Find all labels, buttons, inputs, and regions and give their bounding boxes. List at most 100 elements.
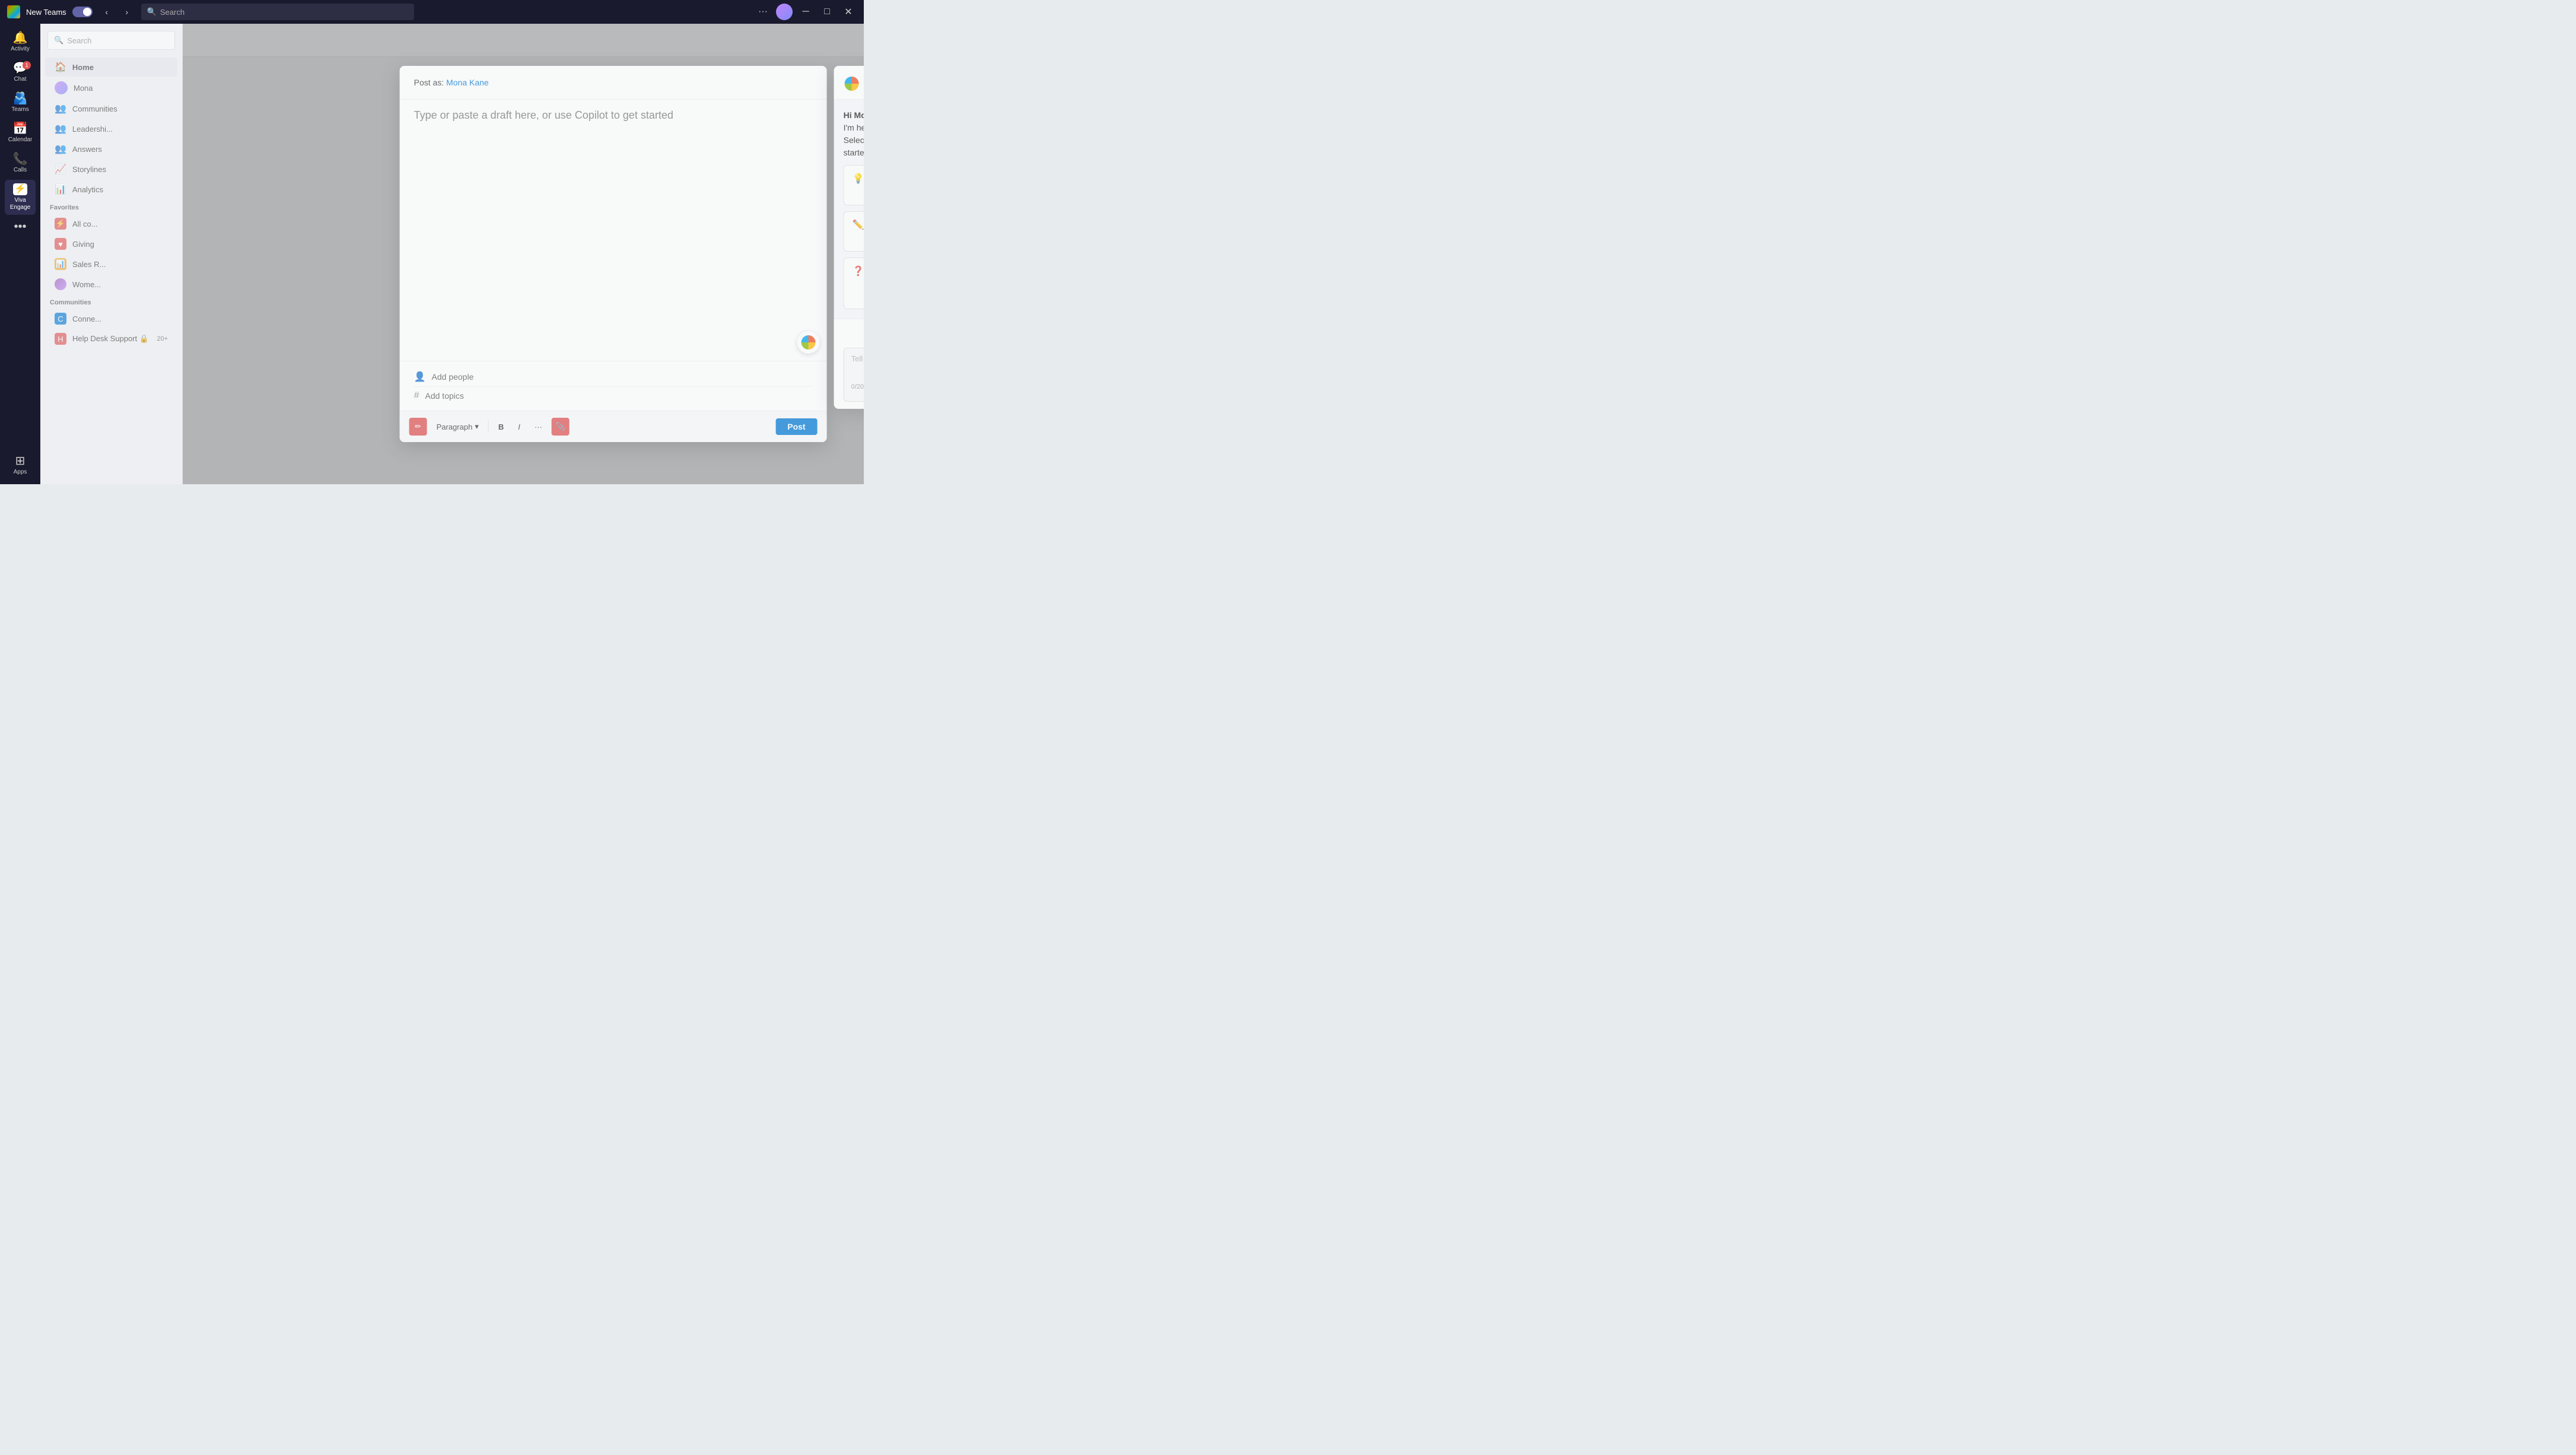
editor-toolbar: ✏ Paragraph ▾ B I bbox=[400, 411, 827, 442]
post-editor: Post as: Mona Kane 👤 Add people bbox=[400, 66, 827, 442]
post-as-line: Post as: Mona Kane bbox=[414, 78, 813, 87]
new-teams-toggle[interactable] bbox=[72, 7, 93, 17]
copilot-panel: Copilot × Hi Mona Kane, I'm here to help… bbox=[834, 66, 864, 409]
answers-label: Answers bbox=[72, 145, 102, 154]
settings-icon[interactable]: ··· bbox=[755, 4, 771, 20]
post-content-input[interactable] bbox=[414, 100, 813, 349]
calls-icon: 📞 bbox=[13, 153, 28, 165]
add-topics-row[interactable]: # Add topics bbox=[414, 387, 813, 405]
sidebar-item-viva-engage[interactable]: ⚡ Viva Engage bbox=[5, 180, 36, 215]
copilot-greeting-name: Hi Mona Kane, bbox=[844, 110, 864, 120]
inspire-description: Give me ideas for a post about… bbox=[853, 187, 864, 198]
sidebar-item-activity[interactable]: 🔔 Activity bbox=[5, 28, 36, 56]
calendar-icon: 📅 bbox=[13, 123, 28, 135]
mona-label: Mona bbox=[74, 84, 93, 93]
apps-label: Apps bbox=[14, 469, 27, 476]
app-container: 🔔 Activity 💬 Chat 1 🫂 Teams 📅 Calendar 📞… bbox=[0, 24, 864, 484]
sidebar-item-giving[interactable]: ♥ Giving bbox=[45, 234, 177, 253]
sidebar-item-helpdesk[interactable]: H Help Desk Support 🔒 20+ bbox=[45, 329, 177, 348]
analytics-icon: 📊 bbox=[55, 183, 66, 195]
sidebar-item-women[interactable]: Wome... bbox=[45, 275, 177, 294]
mona-avatar bbox=[55, 81, 68, 94]
close-button[interactable]: ✕ bbox=[840, 4, 857, 20]
communities-icon: 👥 bbox=[55, 103, 66, 115]
char-count: 0/2000 bbox=[851, 383, 864, 390]
toolbar-divider bbox=[488, 421, 489, 433]
sidebar-item-teams[interactable]: 🫂 Teams bbox=[5, 89, 36, 117]
more-format-button[interactable]: ··· bbox=[530, 417, 547, 436]
copilot-footer: ✦ More ideas 0/2000 ➤ bbox=[834, 319, 864, 409]
copilot-float-button[interactable] bbox=[797, 331, 820, 354]
sidebar-search[interactable]: 🔍 Search bbox=[47, 31, 175, 50]
top-bar: New Teams ‹ › 🔍 Search ··· ─ □ ✕ bbox=[0, 0, 864, 24]
chat-label: Chat bbox=[14, 76, 26, 83]
connect-label: Conne... bbox=[72, 314, 101, 323]
bold-button[interactable]: B bbox=[494, 417, 508, 436]
draft-suggestion-card[interactable]: ✏️ Draft Help me write a post about.. bbox=[844, 211, 864, 252]
left-sidebar: 🔍 Search 🏠 Home Mona 👥 Communities 👥 Lea… bbox=[40, 24, 183, 484]
modal-container: Post as: Mona Kane 👤 Add people bbox=[400, 66, 864, 442]
home-label: Home bbox=[72, 63, 94, 72]
modal-overlay: Post as: Mona Kane 👤 Add people bbox=[183, 24, 864, 484]
sidebar-item-communities[interactable]: 👥 Communities bbox=[45, 99, 177, 118]
editor-top: Post as: Mona Kane bbox=[400, 66, 827, 100]
search-placeholder: Search bbox=[160, 8, 185, 17]
user-avatar[interactable] bbox=[776, 4, 793, 20]
italic-button[interactable]: I bbox=[513, 417, 525, 436]
minimize-button[interactable]: ─ bbox=[797, 4, 814, 20]
paragraph-chevron-icon: ▾ bbox=[475, 422, 479, 431]
apps-icon: ⊞ bbox=[15, 455, 26, 467]
ask-description: Can you tell me how to write an engaging… bbox=[853, 279, 864, 301]
activity-icon: 🔔 bbox=[13, 32, 28, 44]
helpdesk-icon: H bbox=[55, 333, 66, 345]
sidebar-item-calls[interactable]: 📞 Calls bbox=[5, 150, 36, 177]
helpdesk-count: 20+ bbox=[157, 335, 168, 342]
icon-sidebar: 🔔 Activity 💬 Chat 1 🫂 Teams 📅 Calendar 📞… bbox=[0, 24, 40, 484]
nav-back-button[interactable]: ‹ bbox=[98, 4, 115, 20]
analytics-label: Analytics bbox=[72, 185, 103, 194]
sidebar-item-all-company[interactable]: ⚡ All co... bbox=[45, 214, 177, 233]
inspire-suggestion-card[interactable]: 💡 Inspire Give me ideas for a post about… bbox=[844, 165, 864, 205]
post-as-label: Post as: bbox=[414, 78, 444, 87]
paragraph-dropdown[interactable]: Paragraph ▾ bbox=[432, 417, 484, 436]
sidebar-item-connect[interactable]: C Conne... bbox=[45, 309, 177, 328]
connect-icon: C bbox=[55, 313, 66, 325]
sidebar-item-apps[interactable]: ⊞ Apps bbox=[5, 452, 36, 479]
sidebar-item-home[interactable]: 🏠 Home bbox=[45, 58, 177, 77]
format-icon-button[interactable]: ✏ bbox=[409, 418, 427, 436]
sidebar-item-storylines[interactable]: 📈 Storylines bbox=[45, 160, 177, 179]
copilot-title-row: Copilot bbox=[844, 75, 864, 92]
post-as-user-link[interactable]: Mona Kane bbox=[446, 78, 489, 87]
ask-suggestion-card[interactable]: ❓ Ask Can you tell me how to write an en… bbox=[844, 258, 864, 309]
add-people-row[interactable]: 👤 Add people bbox=[414, 367, 813, 387]
italic-label: I bbox=[518, 422, 520, 431]
add-topics-icon: # bbox=[414, 390, 419, 401]
sidebar-item-more[interactable]: ••• bbox=[5, 217, 36, 236]
add-people-label: Add people bbox=[432, 372, 474, 382]
sidebar-item-answers[interactable]: 👥 Answers bbox=[45, 139, 177, 158]
maximize-button[interactable]: □ bbox=[819, 4, 835, 20]
sidebar-item-analytics[interactable]: 📊 Analytics bbox=[45, 180, 177, 199]
draft-icon: ✏️ bbox=[853, 219, 864, 231]
viva-engage-label: Viva Engage bbox=[7, 197, 33, 211]
sidebar-item-sales[interactable]: 📊 Sales R... bbox=[45, 255, 177, 274]
activity-label: Activity bbox=[11, 46, 30, 53]
attachment-icon-button[interactable]: 📎 bbox=[552, 418, 570, 436]
leadership-icon: 👥 bbox=[55, 123, 66, 135]
nav-forward-button[interactable]: › bbox=[119, 4, 135, 20]
paragraph-label: Paragraph bbox=[437, 422, 473, 431]
app-title: New Teams bbox=[26, 8, 66, 17]
sidebar-item-mona[interactable]: Mona bbox=[45, 78, 177, 98]
sidebar-item-calendar[interactable]: 📅 Calendar bbox=[5, 119, 36, 147]
sidebar-item-chat[interactable]: 💬 Chat 1 bbox=[5, 59, 36, 87]
search-bar[interactable]: 🔍 Search bbox=[141, 4, 414, 20]
copilot-input[interactable] bbox=[851, 354, 864, 372]
sidebar-search-placeholder: Search bbox=[67, 36, 91, 45]
sales-label: Sales R... bbox=[72, 260, 106, 269]
attachment-icon: 📎 bbox=[556, 422, 565, 431]
add-people-icon: 👤 bbox=[414, 371, 426, 383]
format-icon: ✏ bbox=[415, 422, 421, 431]
sidebar-item-leadership[interactable]: 👥 Leadershi... bbox=[45, 119, 177, 138]
post-button[interactable]: Post bbox=[775, 418, 817, 435]
home-icon: 🏠 bbox=[55, 61, 66, 73]
